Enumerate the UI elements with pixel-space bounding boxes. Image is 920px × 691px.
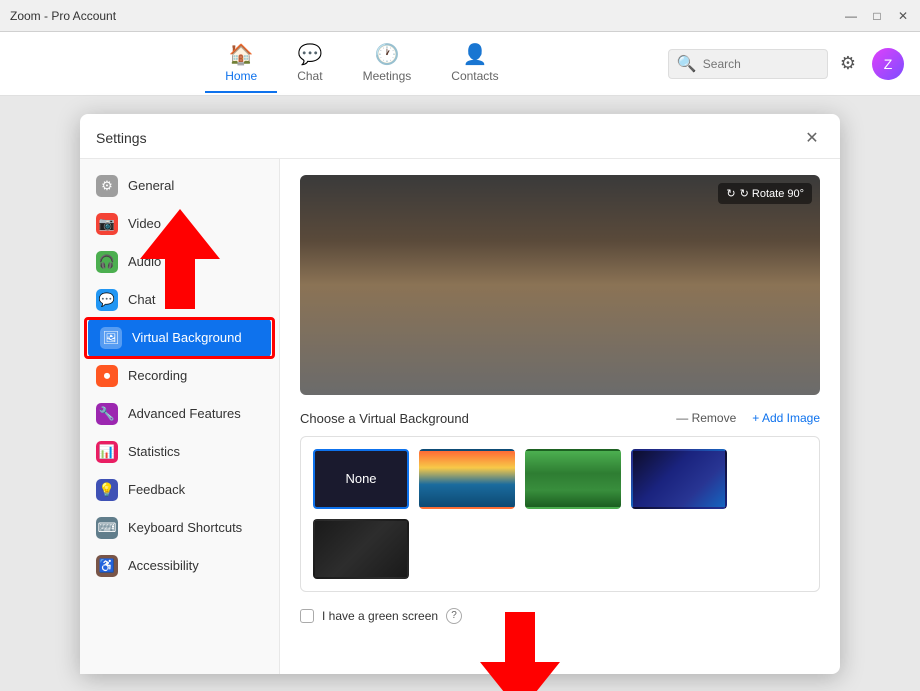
- settings-title: Settings: [96, 130, 147, 146]
- stats-icon: 📊: [96, 441, 118, 463]
- settings-body: ⚙ General 📷 Video 🎧 Audio 💬 Chat 🖼: [80, 159, 840, 674]
- sidebar-label-audio: Audio: [128, 254, 161, 269]
- vbg-icon: 🖼: [100, 327, 122, 349]
- nav-label-chat: Chat: [297, 69, 322, 83]
- rotate-button[interactable]: ↻ ↻ Rotate 90°: [718, 183, 812, 204]
- sidebar-item-advanced-features[interactable]: 🔧 Advanced Features: [80, 395, 279, 433]
- avatar[interactable]: Z: [872, 48, 904, 80]
- minimize-button[interactable]: —: [842, 7, 860, 25]
- topnav: 🏠 Home 💬 Chat 🕐 Meetings 👤 Contacts 🔍 ⚙ …: [0, 32, 920, 96]
- search-input[interactable]: [703, 57, 823, 71]
- sidebar-item-general[interactable]: ⚙ General: [80, 167, 279, 205]
- help-question-mark: ?: [451, 610, 457, 621]
- home-icon: 🏠: [229, 42, 254, 67]
- vbg-actions: — Remove + Add Image: [676, 411, 820, 425]
- chat-icon: 💬: [297, 42, 322, 67]
- video-face: [300, 175, 820, 395]
- keyboard-icon: ⌨: [96, 517, 118, 539]
- search-box[interactable]: 🔍: [668, 49, 828, 79]
- general-icon: ⚙: [96, 175, 118, 197]
- sidebar-label-chat: Chat: [128, 292, 155, 307]
- settings-header: Settings ✕: [80, 114, 840, 159]
- green-screen-help-icon[interactable]: ?: [446, 608, 462, 624]
- nav-label-contacts: Contacts: [451, 69, 498, 83]
- sidebar-label-statistics: Statistics: [128, 444, 180, 459]
- titlebar: Zoom - Pro Account — □ ✕: [0, 0, 920, 32]
- vbg-item-none[interactable]: None: [313, 449, 409, 509]
- vbg-item-bridge[interactable]: [419, 449, 515, 509]
- green-screen-label: I have a green screen: [322, 609, 438, 623]
- sidebar-item-chat[interactable]: 💬 Chat: [80, 281, 279, 319]
- green-screen-checkbox[interactable]: [300, 609, 314, 623]
- settings-window: Settings ✕ ⚙ General 📷 Video 🎧 Audio: [80, 114, 840, 674]
- sidebar-label-vbg: Virtual Background: [132, 330, 242, 345]
- recording-icon: ⏺: [96, 365, 118, 387]
- green-screen-row: I have a green screen ?: [300, 608, 820, 624]
- nav-item-chat[interactable]: 💬 Chat: [277, 34, 342, 93]
- sidebar-label-accessibility: Accessibility: [128, 558, 199, 573]
- vbg-remove-button[interactable]: — Remove: [676, 411, 736, 425]
- close-button[interactable]: ✕: [894, 7, 912, 25]
- rotate-icon: ↻: [726, 187, 735, 200]
- sidebar-item-accessibility[interactable]: ♿ Accessibility: [80, 547, 279, 585]
- nav-item-contacts[interactable]: 👤 Contacts: [431, 34, 518, 93]
- accessibility-icon: ♿: [96, 555, 118, 577]
- settings-content: ↻ ↻ Rotate 90° Choose a Virtual Backgrou…: [280, 159, 840, 674]
- rotate-label: ↻ Rotate 90°: [740, 187, 804, 200]
- sidebar-label-advanced: Advanced Features: [128, 406, 241, 421]
- settings-gear-icon[interactable]: ⚙: [840, 53, 856, 74]
- audio-icon: 🎧: [96, 251, 118, 273]
- maximize-button[interactable]: □: [868, 7, 886, 25]
- sidebar-label-keyboard: Keyboard Shortcuts: [128, 520, 242, 535]
- sidebar-item-feedback[interactable]: 💡 Feedback: [80, 471, 279, 509]
- nav-label-home: Home: [225, 69, 257, 83]
- topnav-center: 🏠 Home 💬 Chat 🕐 Meetings 👤 Contacts: [205, 34, 518, 93]
- nav-label-meetings: Meetings: [363, 69, 412, 83]
- search-icon: 🔍: [677, 54, 697, 74]
- sidebar-item-keyboard-shortcuts[interactable]: ⌨ Keyboard Shortcuts: [80, 509, 279, 547]
- vbg-section-header: Choose a Virtual Background — Remove + A…: [300, 411, 820, 426]
- sidebar-label-recording: Recording: [128, 368, 187, 383]
- video-preview: ↻ ↻ Rotate 90°: [300, 175, 820, 395]
- nav-item-home[interactable]: 🏠 Home: [205, 34, 277, 93]
- vbg-item-space[interactable]: [631, 449, 727, 509]
- vbg-item-nature[interactable]: [525, 449, 621, 509]
- topnav-right: 🔍 ⚙ Z: [668, 48, 904, 80]
- chat-side-icon: 💬: [96, 289, 118, 311]
- vbg-grid: None: [300, 436, 820, 592]
- feedback-icon: 💡: [96, 479, 118, 501]
- settings-sidebar: ⚙ General 📷 Video 🎧 Audio 💬 Chat 🖼: [80, 159, 280, 674]
- sidebar-label-video: Video: [128, 216, 161, 231]
- main-area: Settings ✕ ⚙ General 📷 Video 🎧 Audio: [0, 96, 920, 691]
- titlebar-controls: — □ ✕: [842, 7, 912, 25]
- contacts-icon: 👤: [463, 42, 488, 67]
- vbg-add-button[interactable]: + Add Image: [752, 411, 820, 425]
- video-icon: 📷: [96, 213, 118, 235]
- vbg-none-label: None: [345, 471, 376, 486]
- sidebar-item-video[interactable]: 📷 Video: [80, 205, 279, 243]
- settings-close-button[interactable]: ✕: [800, 126, 824, 150]
- advanced-icon: 🔧: [96, 403, 118, 425]
- nav-item-meetings[interactable]: 🕐 Meetings: [343, 34, 432, 93]
- sidebar-label-general: General: [128, 178, 174, 193]
- sidebar-item-audio[interactable]: 🎧 Audio: [80, 243, 279, 281]
- sidebar-item-virtual-background[interactable]: 🖼 Virtual Background: [88, 319, 271, 357]
- vbg-section-title: Choose a Virtual Background: [300, 411, 469, 426]
- sidebar-item-statistics[interactable]: 📊 Statistics: [80, 433, 279, 471]
- vbg-item-dark[interactable]: [313, 519, 409, 579]
- sidebar-item-recording[interactable]: ⏺ Recording: [80, 357, 279, 395]
- titlebar-title: Zoom - Pro Account: [10, 9, 116, 23]
- sidebar-label-feedback: Feedback: [128, 482, 185, 497]
- meetings-icon: 🕐: [374, 42, 399, 67]
